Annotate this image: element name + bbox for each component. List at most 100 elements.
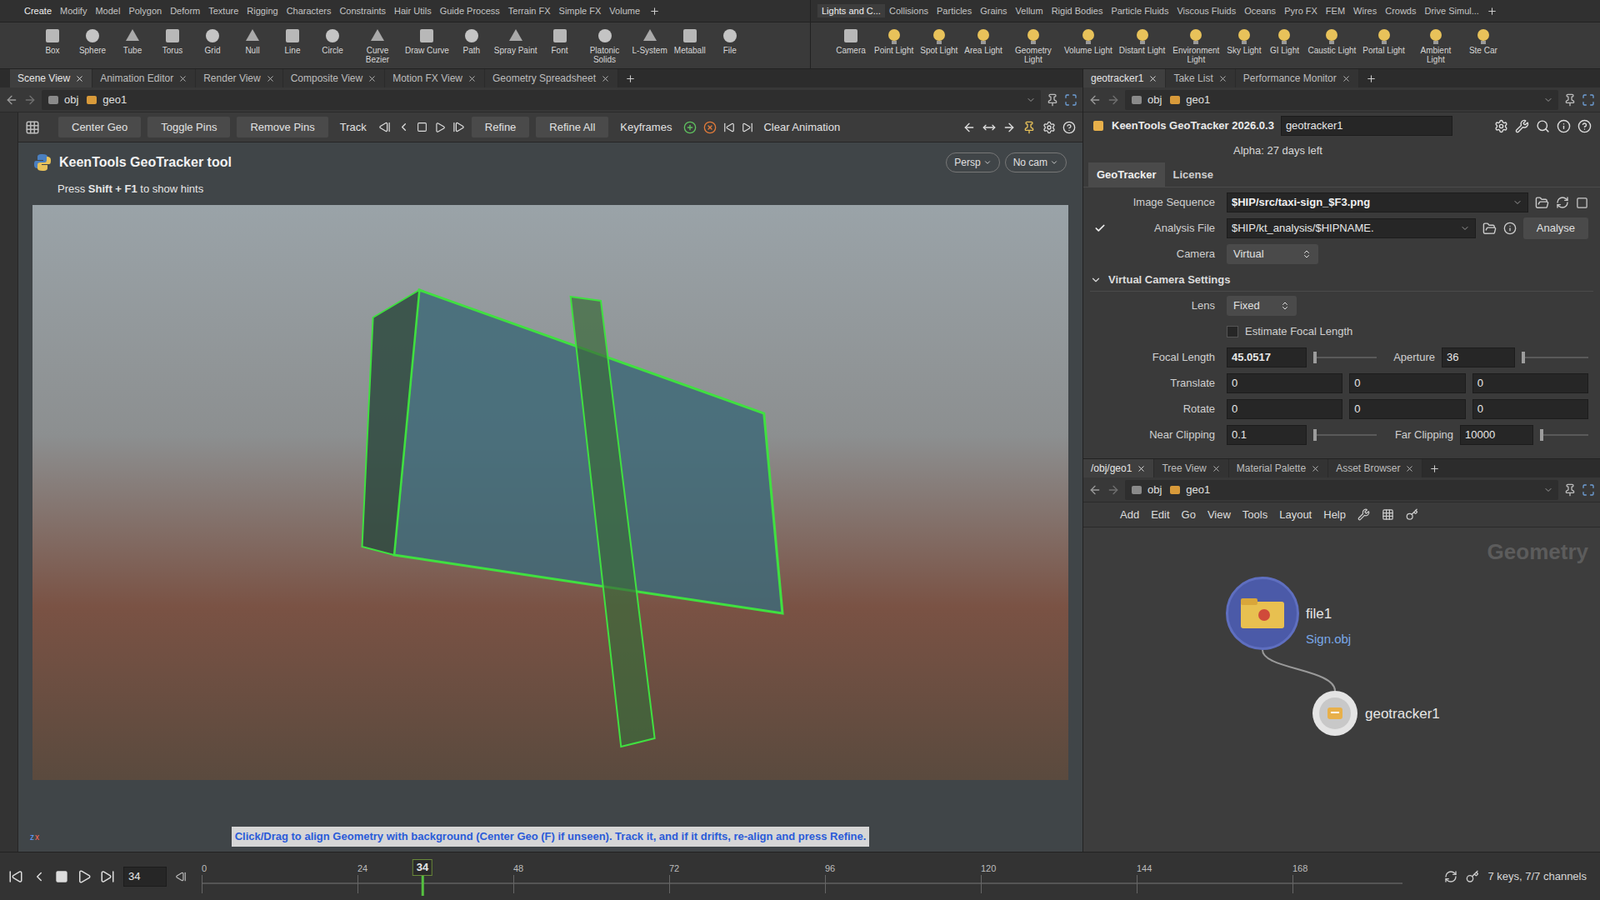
pin-tool-icon[interactable] — [1022, 120, 1036, 135]
dropdown-icon[interactable] — [1512, 197, 1523, 208]
file-node[interactable] — [1225, 576, 1300, 650]
first-frame-icon[interactable] — [8, 869, 24, 885]
browse-icon[interactable] — [1482, 221, 1497, 236]
info-icon[interactable] — [1556, 119, 1571, 134]
text-field[interactable]: 0 — [1349, 399, 1465, 420]
key-icon[interactable] — [1405, 508, 1419, 521]
search-icon[interactable] — [1535, 119, 1550, 134]
text-field[interactable]: geotracker1 — [1280, 115, 1453, 136]
shelf-tool[interactable]: File — [710, 25, 750, 55]
node-graph[interactable]: Geometryfile1Sign.objgeotracker1 — [1083, 527, 1600, 852]
estimate-checkbox[interactable] — [1226, 325, 1239, 338]
shelf-tool[interactable]: L-System — [630, 25, 670, 55]
shelf-tool[interactable]: Camera — [832, 25, 870, 55]
shelf-tool[interactable]: Area Light — [962, 25, 1005, 55]
shelf-tool[interactable]: Sphere — [73, 25, 112, 55]
slider-handle[interactable] — [1521, 351, 1525, 364]
text-field[interactable]: 0 — [1472, 399, 1589, 420]
text-field[interactable]: 0 — [1226, 399, 1343, 420]
back-icon[interactable] — [1088, 483, 1102, 497]
prev-icon[interactable] — [397, 120, 410, 134]
shelf-tool[interactable]: Sky Light — [1225, 25, 1263, 55]
menu-item[interactable]: Go — [1181, 506, 1196, 524]
path-segment[interactable]: geo1 — [1168, 481, 1210, 499]
dropdown[interactable]: Fixed — [1226, 295, 1297, 316]
close-icon[interactable] — [178, 74, 188, 84]
pane-tab[interactable]: Scene View — [10, 69, 93, 88]
shelf-tool[interactable]: Spray Paint — [492, 25, 540, 55]
shelf-tab[interactable]: Polygon — [124, 4, 166, 19]
pane-tab[interactable]: Animation Editor — [92, 69, 196, 88]
reload-icon[interactable] — [1555, 195, 1570, 210]
menu-item[interactable]: Layout — [1279, 506, 1312, 524]
text-field[interactable]: 10000 — [1460, 425, 1534, 445]
text-field[interactable]: 0 — [1349, 373, 1465, 394]
shelf-tab[interactable]: Modify — [55, 4, 91, 19]
shelf-tab[interactable]: Deform — [165, 4, 205, 19]
pin-icon[interactable] — [1045, 93, 1060, 107]
shelf-tool[interactable]: Environment Light — [1170, 25, 1222, 65]
close-icon[interactable] — [1148, 74, 1158, 84]
shelf-tool[interactable]: Geometry Light — [1007, 25, 1060, 65]
pane-tab[interactable]: Take List — [1165, 69, 1235, 88]
viewport[interactable]: KeenTools GeoTracker toolPress Shift + F… — [18, 142, 1083, 852]
shelf-tool[interactable]: Font — [540, 25, 580, 55]
dropdown-icon[interactable] — [1460, 223, 1470, 234]
play-icon[interactable] — [76, 869, 92, 885]
shelf-tab[interactable]: Oceans — [1240, 4, 1280, 19]
shelf-tab[interactable]: Hair Utils — [390, 4, 436, 19]
track-forward-all-icon[interactable] — [452, 120, 465, 134]
help-icon[interactable] — [1577, 119, 1592, 134]
pane-tab[interactable]: Performance Monitor — [1235, 69, 1360, 88]
text-field[interactable]: 0 — [1226, 373, 1343, 394]
close-icon[interactable] — [1218, 74, 1228, 84]
shelf-tool[interactable]: Line — [273, 25, 312, 55]
prev-keyframe-icon[interactable] — [723, 121, 735, 134]
forward-icon[interactable] — [23, 93, 37, 107]
path-segment[interactable]: obj — [1130, 481, 1162, 499]
close-icon[interactable] — [467, 74, 477, 84]
shelf-tool[interactable]: Circle — [313, 25, 352, 55]
toolbar-button[interactable]: Center Geo — [58, 116, 141, 139]
dropdown-icon[interactable] — [1543, 95, 1554, 105]
view-menu[interactable]: Persp — [945, 152, 1000, 173]
shelf-tab[interactable]: Volume — [605, 4, 645, 19]
slider[interactable] — [1540, 427, 1589, 443]
help-icon[interactable] — [1062, 120, 1076, 135]
add-keyframe-icon[interactable] — [683, 120, 697, 135]
wrench-icon[interactable] — [1515, 119, 1530, 134]
range-icon[interactable] — [982, 120, 996, 135]
browse-icon[interactable] — [1535, 195, 1550, 210]
shelf-tool[interactable]: Path — [452, 25, 491, 55]
menu-item[interactable]: View — [1207, 506, 1231, 524]
play-back-icon[interactable] — [31, 869, 47, 885]
param-tab[interactable]: GeoTracker — [1088, 162, 1165, 188]
shelf-tool[interactable]: Torus — [153, 25, 192, 55]
pane-tab[interactable]: Tree View — [1154, 459, 1229, 478]
shelf-tool[interactable]: Caustic Light — [1305, 25, 1358, 55]
track-forward-icon[interactable] — [434, 121, 446, 134]
camera-menu[interactable]: No cam — [1005, 152, 1067, 173]
settings-icon[interactable] — [1042, 120, 1056, 135]
refine-button[interactable]: Refine All — [535, 116, 609, 139]
pane-tab[interactable]: Motion FX View — [385, 69, 485, 88]
toolbar-button[interactable]: Remove Pins — [236, 116, 328, 139]
shelf-tab[interactable]: Viscous Fluids — [1172, 4, 1240, 19]
menu-item[interactable]: Edit — [1150, 506, 1170, 524]
shelf-tab[interactable]: Model — [90, 4, 125, 19]
pane-tab[interactable]: Composite View — [283, 69, 385, 88]
shelf-tab[interactable]: Wires — [1349, 4, 1381, 19]
shelf-tab[interactable]: Constraints — [335, 4, 390, 19]
shelf-tool[interactable]: Spot Light — [918, 25, 960, 55]
shelf-tab[interactable]: Rigid Bodies — [1047, 4, 1108, 19]
toolbar-button[interactable]: Toggle Pins — [147, 116, 230, 139]
link-icon[interactable] — [1064, 93, 1078, 107]
analyse-button[interactable]: Analyse — [1523, 217, 1589, 240]
stop-icon[interactable] — [416, 121, 428, 133]
add-shelf-icon[interactable] — [649, 5, 660, 17]
stop-icon[interactable] — [55, 870, 69, 884]
dropdown[interactable]: Virtual — [1226, 244, 1319, 265]
close-icon[interactable] — [265, 74, 275, 84]
add-tab-icon[interactable] — [625, 73, 636, 85]
slider[interactable] — [1521, 350, 1589, 365]
